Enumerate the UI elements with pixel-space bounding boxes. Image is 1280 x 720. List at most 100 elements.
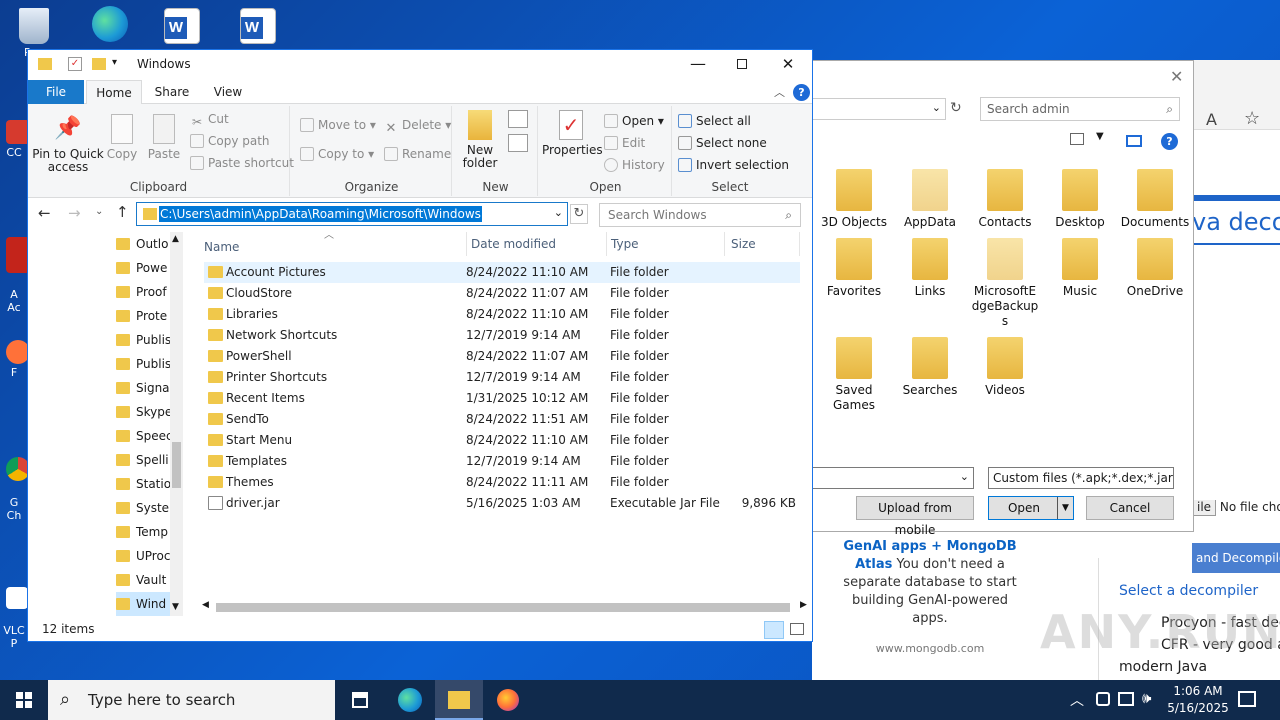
scroll-right-icon[interactable]: ▶ <box>800 600 807 610</box>
copy-to-button[interactable]: Copy to ▾ <box>300 145 374 163</box>
nav-item[interactable]: Skype <box>116 400 170 424</box>
minimize-button[interactable]: — <box>682 52 714 76</box>
nav-item[interactable]: Speec <box>116 424 170 448</box>
nav-item[interactable]: Vault <box>116 568 170 592</box>
volume-icon[interactable]: 🕪 <box>1142 689 1151 707</box>
security-icon[interactable] <box>1096 692 1110 706</box>
paste-shortcut-button[interactable]: Paste shortcut <box>190 154 294 172</box>
cut-button[interactable]: ✂ Cut <box>190 110 229 129</box>
help-icon[interactable]: ? <box>793 84 810 101</box>
column-header-type[interactable]: Type <box>606 232 639 256</box>
folder-contacts[interactable]: Contacts <box>969 169 1041 230</box>
horizontal-scrollbar[interactable]: ◀ ▶ <box>196 598 812 616</box>
favorite-star-icon[interactable]: ☆ <box>1244 108 1260 129</box>
show-hidden-icons-icon[interactable]: ︿ <box>1070 690 1084 710</box>
file-row[interactable]: PowerShell 8/24/2022 11:07 AM File folder <box>204 346 800 367</box>
nav-item[interactable]: Signa <box>116 376 170 400</box>
nav-item[interactable]: Publis <box>116 328 170 352</box>
title-bar[interactable]: ✓ ▾ Windows — ✕ <box>28 50 812 80</box>
word-doc-icon[interactable] <box>160 8 204 46</box>
paste-button[interactable]: Paste <box>146 114 182 161</box>
file-row[interactable]: Templates 12/7/2019 9:14 AM File folder <box>204 451 800 472</box>
properties-button[interactable]: ✓ Properties <box>542 110 603 157</box>
recent-locations-icon[interactable]: ⌄ <box>95 206 103 217</box>
nav-item[interactable]: Temp <box>116 520 170 544</box>
edit-button[interactable]: Edit <box>604 134 645 152</box>
folder-favorites[interactable]: Favorites <box>818 238 890 299</box>
delete-button[interactable]: ✕ Delete ▾ <box>384 116 452 136</box>
edge-taskbar-button[interactable] <box>386 680 434 720</box>
firefox-taskbar-button[interactable] <box>484 680 532 720</box>
file-row[interactable]: Start Menu 8/24/2022 11:10 AM File folder <box>204 430 800 451</box>
file-row[interactable]: Printer Shortcuts 12/7/2019 9:14 AM File f… <box>204 367 800 388</box>
properties-quick-icon[interactable]: ✓ <box>68 57 82 71</box>
folder-music[interactable]: Music <box>1044 238 1116 299</box>
easy-access-icon[interactable] <box>508 134 528 152</box>
path-dropdown[interactable]: ⌄ <box>812 98 946 120</box>
pin-quick-access-button[interactable]: 📌 Pin to Quick access <box>32 114 104 174</box>
file-type-select[interactable]: Custom files (*.apk;*.dex;*.jar;*. <box>988 467 1174 489</box>
file-chooser[interactable]: ile No file cho <box>1192 500 1280 522</box>
open-button[interactable]: Open ▼ <box>988 496 1074 520</box>
move-to-button[interactable]: Move to ▾ <box>300 116 376 134</box>
file-row[interactable]: driver.jar 5/16/2025 1:03 AM Executable Ja… <box>204 493 800 514</box>
system-clock[interactable]: 1:06 AM 5/16/2025 <box>1163 683 1233 717</box>
search-input[interactable]: Search Windows ⌕ <box>599 203 801 227</box>
copy-button[interactable]: Copy <box>104 114 140 161</box>
refresh-icon[interactable]: ↻ <box>950 100 962 116</box>
firefox-desktop-icon[interactable]: F <box>0 340 28 379</box>
chevron-down-icon[interactable]: ⌄ <box>554 206 563 219</box>
new-folder-button[interactable]: New folder <box>458 110 502 170</box>
folder-documents[interactable]: Documents <box>1119 169 1191 230</box>
nav-item[interactable]: Publis <box>116 352 170 376</box>
cancel-button[interactable]: Cancel <box>1086 496 1174 520</box>
tab-home[interactable]: Home <box>86 80 142 105</box>
collapse-ribbon-icon[interactable]: ︿ <box>774 84 785 100</box>
folder-videos[interactable]: Videos <box>969 337 1041 398</box>
nav-item[interactable]: Statio <box>116 472 170 496</box>
close-button[interactable]: ✕ <box>772 52 804 76</box>
explorer-taskbar-button[interactable] <box>435 680 483 720</box>
choose-file-button[interactable]: ile <box>1192 500 1217 516</box>
nav-item[interactable]: Wind <box>116 592 170 616</box>
file-row[interactable]: Recent Items 1/31/2025 10:12 AM File folde… <box>204 388 800 409</box>
file-row[interactable]: SendTo 8/24/2022 11:51 AM File folder <box>204 409 800 430</box>
copy-path-button[interactable]: Copy path <box>190 132 270 150</box>
customize-quick-access-icon[interactable]: ▾ <box>112 57 117 68</box>
start-button[interactable] <box>0 680 48 720</box>
folder-microsoft-edge-backups[interactable]: MicrosoftE dgeBackup s <box>969 238 1041 329</box>
scroll-down-icon[interactable]: ▼ <box>172 602 179 612</box>
vlc-desktop-icon[interactable]: VLC P <box>0 574 28 650</box>
folder-links[interactable]: Links <box>894 238 966 299</box>
nav-scrollbar[interactable]: ▲ ▼ <box>170 232 183 616</box>
tab-share[interactable]: Share <box>146 80 198 104</box>
folder-searches[interactable]: Searches <box>894 337 966 398</box>
network-icon[interactable] <box>1118 692 1134 706</box>
select-all-button[interactable]: Select all <box>678 112 751 130</box>
up-arrow-icon[interactable]: ↑ <box>116 203 129 221</box>
task-view-button[interactable] <box>336 680 384 720</box>
new-folder-quick-icon[interactable] <box>92 58 106 70</box>
file-row[interactable]: Themes 8/24/2022 11:11 AM File folder <box>204 472 800 493</box>
help-icon[interactable]: ? <box>1161 133 1178 150</box>
column-header-size[interactable]: Size <box>724 232 800 256</box>
nav-item[interactable]: Powe <box>116 256 170 280</box>
select-none-button[interactable]: Select none <box>678 134 767 152</box>
close-icon[interactable]: ✕ <box>1170 67 1183 86</box>
forward-arrow-icon[interactable]: → <box>68 204 81 222</box>
nav-item[interactable]: Syster <box>116 496 170 520</box>
nav-item[interactable]: Spelli <box>116 448 170 472</box>
nav-item[interactable]: Proof <box>116 280 170 304</box>
ad-url[interactable]: www.mongodb.com <box>840 640 1020 658</box>
file-row[interactable]: Libraries 8/24/2022 11:10 AM File folder <box>204 304 800 325</box>
tab-file[interactable]: File <box>28 80 84 104</box>
file-row[interactable]: Network Shortcuts 12/7/2019 9:14 AM File f… <box>204 325 800 346</box>
filename-input[interactable]: ⌄ <box>812 467 974 489</box>
tab-view[interactable]: View <box>202 80 254 104</box>
invert-selection-button[interactable]: Invert selection <box>678 156 789 174</box>
address-bar[interactable]: C:\Users\admin\AppData\Roaming\Microsoft… <box>136 202 568 226</box>
column-header-name[interactable]: Name <box>204 240 239 254</box>
address-path[interactable]: C:\Users\admin\AppData\Roaming\Microsoft… <box>159 206 482 222</box>
maximize-button[interactable] <box>726 52 758 76</box>
new-item-icon[interactable] <box>508 110 528 128</box>
